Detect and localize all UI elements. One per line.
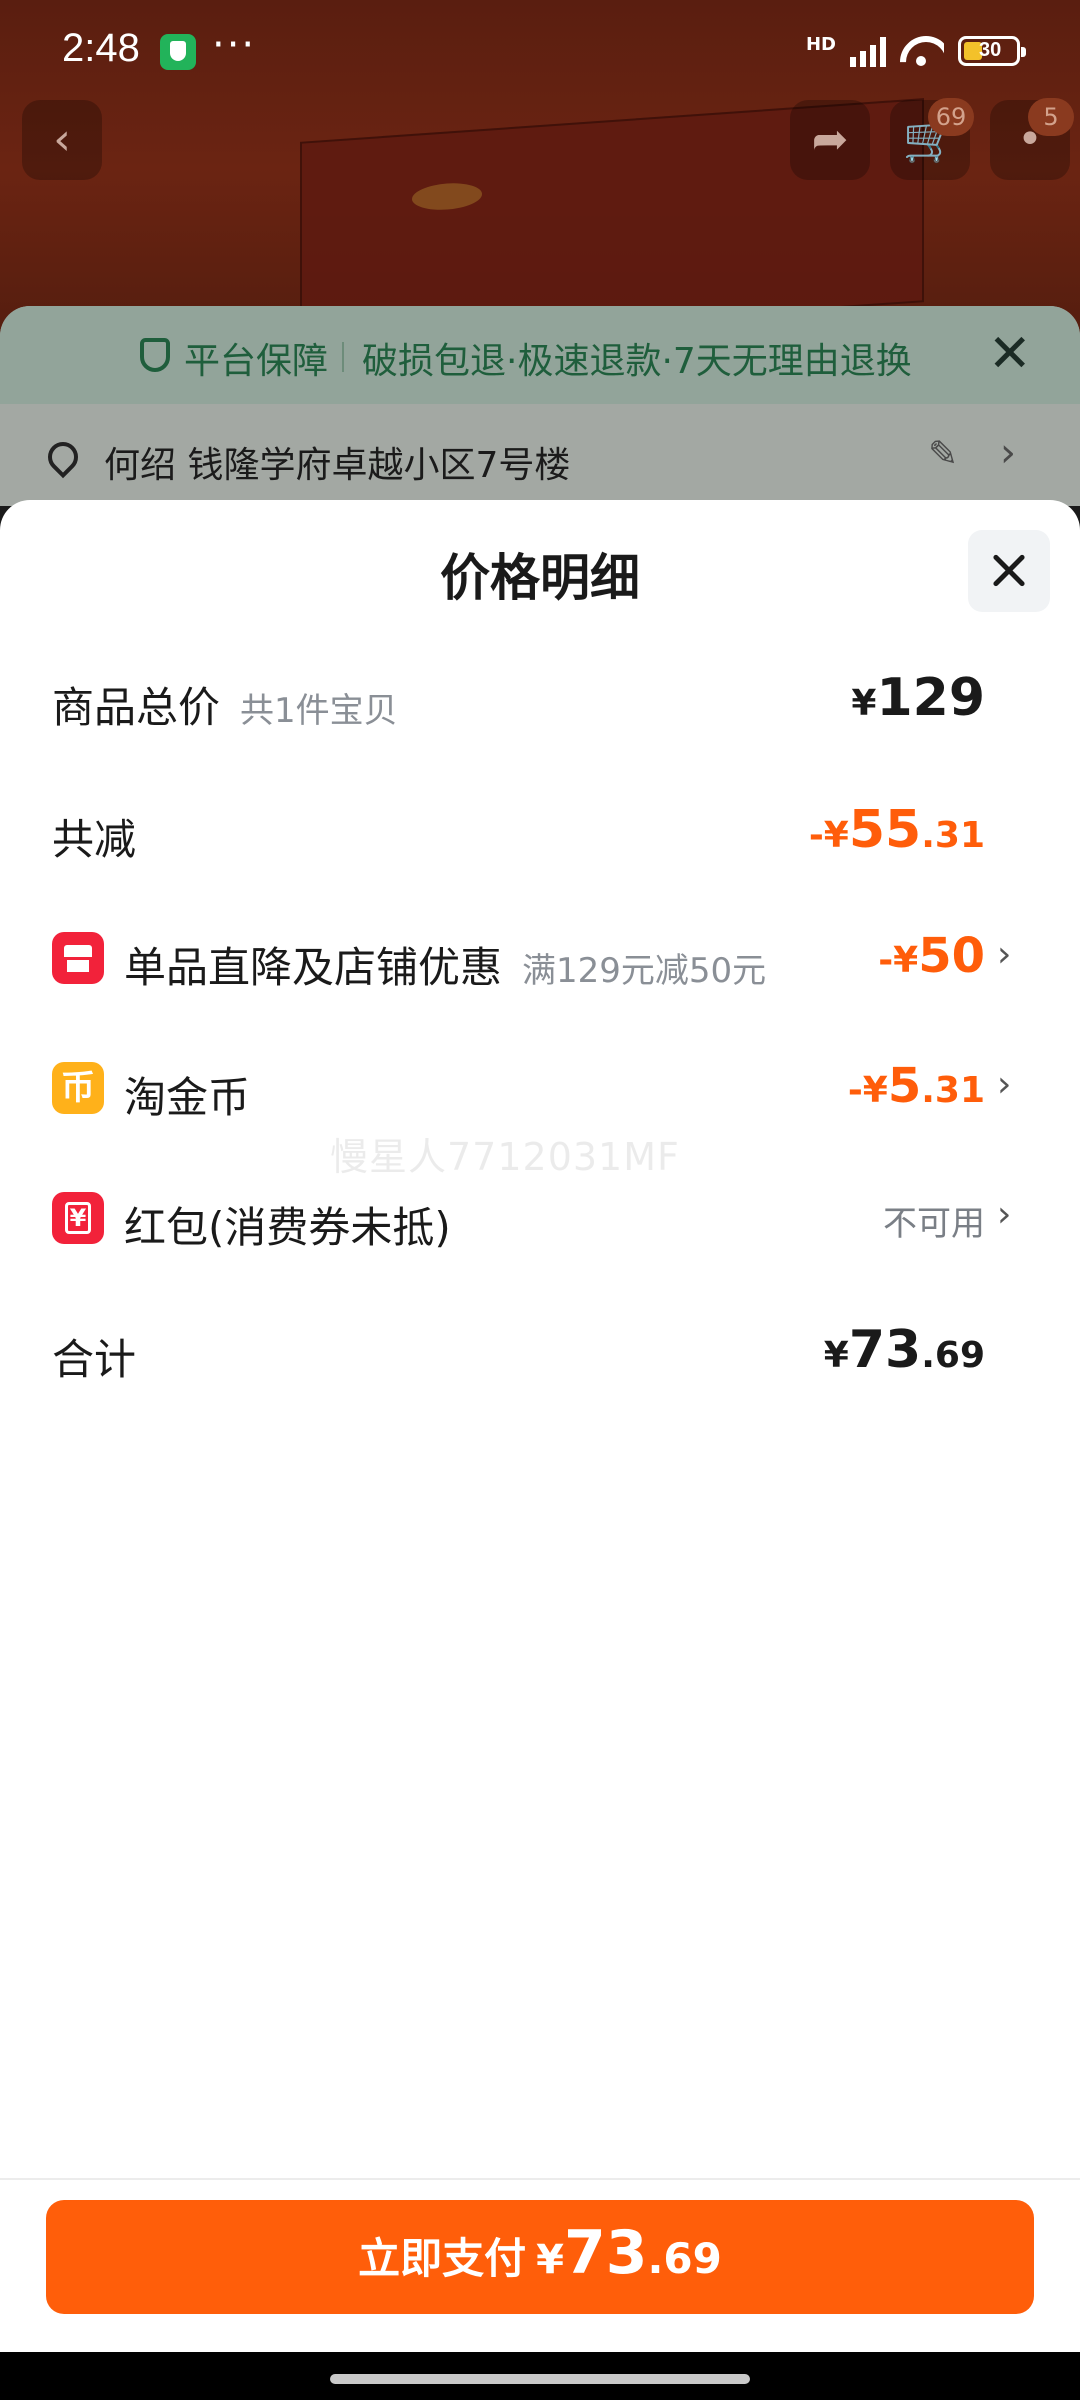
discount-label: 共减 — [52, 815, 137, 864]
back-button[interactable]: ‹ — [22, 100, 102, 180]
row-total-price: 商品总价 共1件宝贝 ¥129 — [0, 660, 1080, 740]
battery-level: 30 — [979, 39, 1002, 61]
order-sheet-background: 平台保障 破损包退·极速退款·7天无理由退换 ✕ 何绍 钱隆学府卓越小区7号楼 … — [0, 306, 1080, 506]
row-store-discount[interactable]: 单品直降及店铺优惠 满129元减50元 -¥50 › — [0, 920, 1080, 1000]
status-indicators: HD 30 — [805, 34, 1026, 68]
status-bar: 2:48 ··· HD 30 — [0, 0, 1080, 100]
wifi-icon — [900, 34, 944, 68]
price-integer: 55 — [848, 800, 922, 860]
row-sum: 合计 ¥73.69 — [0, 1312, 1080, 1392]
divider — [0, 2178, 1080, 2180]
coins-label: 淘金币 — [124, 1073, 251, 1122]
item-count: 共1件宝贝 — [240, 691, 398, 731]
price-integer: 129 — [876, 668, 985, 728]
total-price-value: ¥129 — [851, 668, 985, 728]
row-discount-total: 共减 -¥55.31 — [0, 792, 1080, 872]
total-label: 商品总价 — [52, 683, 221, 732]
address-row[interactable]: 何绍 钱隆学府卓越小区7号楼 ✎ › — [0, 404, 1080, 514]
chevron-right-icon: › — [997, 934, 1012, 975]
currency-symbol: ¥ — [536, 2237, 564, 2283]
chevron-right-icon: › — [1000, 430, 1016, 476]
back-icon: ‹ — [53, 114, 71, 165]
close-icon[interactable]: ✕ — [988, 324, 1032, 384]
signal-icon — [850, 35, 886, 67]
currency-symbol: -¥ — [847, 1070, 888, 1111]
store-discount-value: -¥50 — [878, 928, 985, 984]
red-packet-status: 不可用 — [883, 1204, 985, 1244]
pay-now-button[interactable]: 立即支付 ¥73.69 — [46, 2200, 1034, 2314]
store-icon — [52, 932, 104, 984]
price-decimal: .31 — [921, 815, 985, 856]
more-notifications-icon: ··· — [212, 22, 257, 68]
edit-icon[interactable]: ✎ — [928, 434, 958, 475]
address-text: 何绍 钱隆学府卓越小区7号楼 — [104, 445, 571, 486]
row-tao-coins[interactable]: 币 淘金币 -¥5.31 › — [0, 1050, 1080, 1130]
guarantee-text: 破损包退·极速退款·7天无理由退换 — [362, 341, 912, 382]
coins-discount-value: -¥5.31 — [848, 1058, 985, 1114]
pay-decimal: .69 — [647, 2234, 722, 2283]
sheet-title: 价格明细 — [440, 549, 640, 607]
pay-label: 立即支付 — [358, 2234, 527, 2283]
shield-icon — [140, 338, 170, 372]
currency-symbol: ¥ — [851, 683, 877, 724]
pay-button-content: 立即支付 ¥73.69 — [46, 2218, 1034, 2288]
share-button[interactable]: ➦ — [790, 100, 870, 180]
price-integer: 73 — [848, 1320, 922, 1380]
home-indicator[interactable] — [330, 2374, 750, 2384]
cart-badge: 69 — [928, 98, 974, 136]
status-time: 2:48 — [62, 26, 140, 70]
divider — [342, 342, 344, 372]
currency-symbol: -¥ — [808, 815, 849, 856]
guarantee-bar: 平台保障 破损包退·极速退款·7天无理由退换 ✕ — [0, 306, 1080, 404]
currency-symbol: ¥ — [823, 1335, 849, 1376]
network-type: HD — [805, 34, 836, 55]
battery-icon: 30 — [958, 36, 1026, 66]
coin-icon: 币 — [52, 1062, 104, 1114]
sum-value: ¥73.69 — [824, 1320, 985, 1380]
store-discount-label: 单品直降及店铺优惠 — [124, 943, 503, 992]
security-app-icon — [160, 34, 196, 70]
close-button[interactable] — [968, 530, 1050, 612]
more-badge: 5 — [1028, 98, 1074, 136]
guarantee-title: 平台保障 — [184, 341, 329, 382]
more-button[interactable]: • 5 — [990, 98, 1074, 180]
row-label: 单品直降及店铺优惠 满129元减50元 — [124, 934, 766, 995]
row-red-packet[interactable]: ¥ 红包(消费券未抵) 不可用 › — [0, 1180, 1080, 1260]
currency-symbol: -¥ — [878, 940, 919, 981]
location-icon — [41, 435, 85, 479]
watermark: 慢星人7712031MF — [330, 1135, 680, 1179]
red-packet-label: 红包(消费券未抵) — [124, 1203, 451, 1252]
price-integer: 5 — [887, 1058, 922, 1114]
price-decimal: .31 — [921, 1070, 985, 1111]
share-icon: ➦ — [811, 114, 849, 165]
chevron-right-icon: › — [997, 1064, 1012, 1105]
price-decimal: .69 — [921, 1335, 985, 1376]
pay-integer: 73 — [563, 2218, 648, 2288]
red-packet-icon: ¥ — [52, 1192, 104, 1244]
price-integer: 50 — [918, 928, 985, 984]
sum-label: 合计 — [52, 1335, 137, 1384]
store-discount-rule: 满129元减50元 — [522, 951, 767, 991]
row-label: 商品总价 共1件宝贝 — [52, 674, 398, 735]
cart-button[interactable]: 🛒 69 — [890, 98, 974, 180]
discount-total-value: -¥55.31 — [809, 800, 985, 860]
price-detail-sheet: 价格明细 商品总价 共1件宝贝 ¥129 共减 -¥55.31 单品直降及店铺优惠… — [0, 500, 1080, 2352]
chevron-right-icon: › — [997, 1194, 1012, 1235]
